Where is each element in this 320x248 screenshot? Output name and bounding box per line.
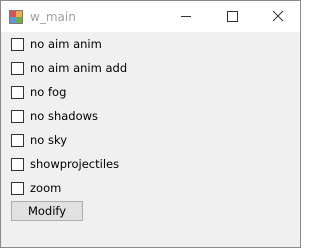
client-area: no aim anim no aim anim add no fog no sh…: [1, 32, 300, 247]
maximize-button[interactable]: [209, 1, 255, 32]
checkbox-zoom[interactable]: zoom: [11, 180, 61, 196]
checkbox-no-aim-anim[interactable]: no aim anim: [11, 36, 102, 52]
maximize-icon: [227, 11, 238, 22]
checkbox-no-fog[interactable]: no fog: [11, 84, 66, 100]
checkbox-showprojectiles[interactable]: showprojectiles: [11, 156, 119, 172]
checkbox-no-sky[interactable]: no sky: [11, 132, 67, 148]
checkbox-label[interactable]: no sky: [30, 133, 67, 147]
checkbox-box[interactable]: [11, 181, 24, 195]
checkbox-no-shadows[interactable]: no shadows: [11, 108, 98, 124]
checkbox-box[interactable]: [11, 37, 24, 51]
checkbox-label[interactable]: no fog: [30, 85, 66, 99]
close-icon: [272, 10, 284, 22]
checkbox-box[interactable]: [11, 133, 24, 147]
checkbox-box[interactable]: [11, 61, 24, 75]
checkbox-label[interactable]: no aim anim: [30, 37, 102, 51]
minimize-icon: [181, 16, 191, 17]
checkbox-box[interactable]: [11, 109, 24, 123]
checkbox-label[interactable]: no shadows: [30, 109, 98, 123]
checkbox-label[interactable]: zoom: [30, 181, 61, 195]
close-button[interactable]: [255, 1, 301, 32]
window-title: w_main: [30, 10, 76, 24]
checkbox-no-aim-anim-add[interactable]: no aim anim add: [11, 60, 127, 76]
modify-button[interactable]: Modify: [11, 201, 83, 221]
checkbox-label[interactable]: no aim anim add: [30, 61, 127, 75]
checkbox-label[interactable]: showprojectiles: [30, 157, 119, 171]
title-bar[interactable]: w_main: [1, 1, 300, 32]
minimize-button[interactable]: [163, 1, 209, 32]
main-window: w_main no aim anim no aim anim add no fo…: [0, 0, 301, 248]
checkbox-box[interactable]: [11, 85, 24, 99]
app-icon: [9, 9, 23, 24]
checkbox-box[interactable]: [11, 157, 24, 171]
